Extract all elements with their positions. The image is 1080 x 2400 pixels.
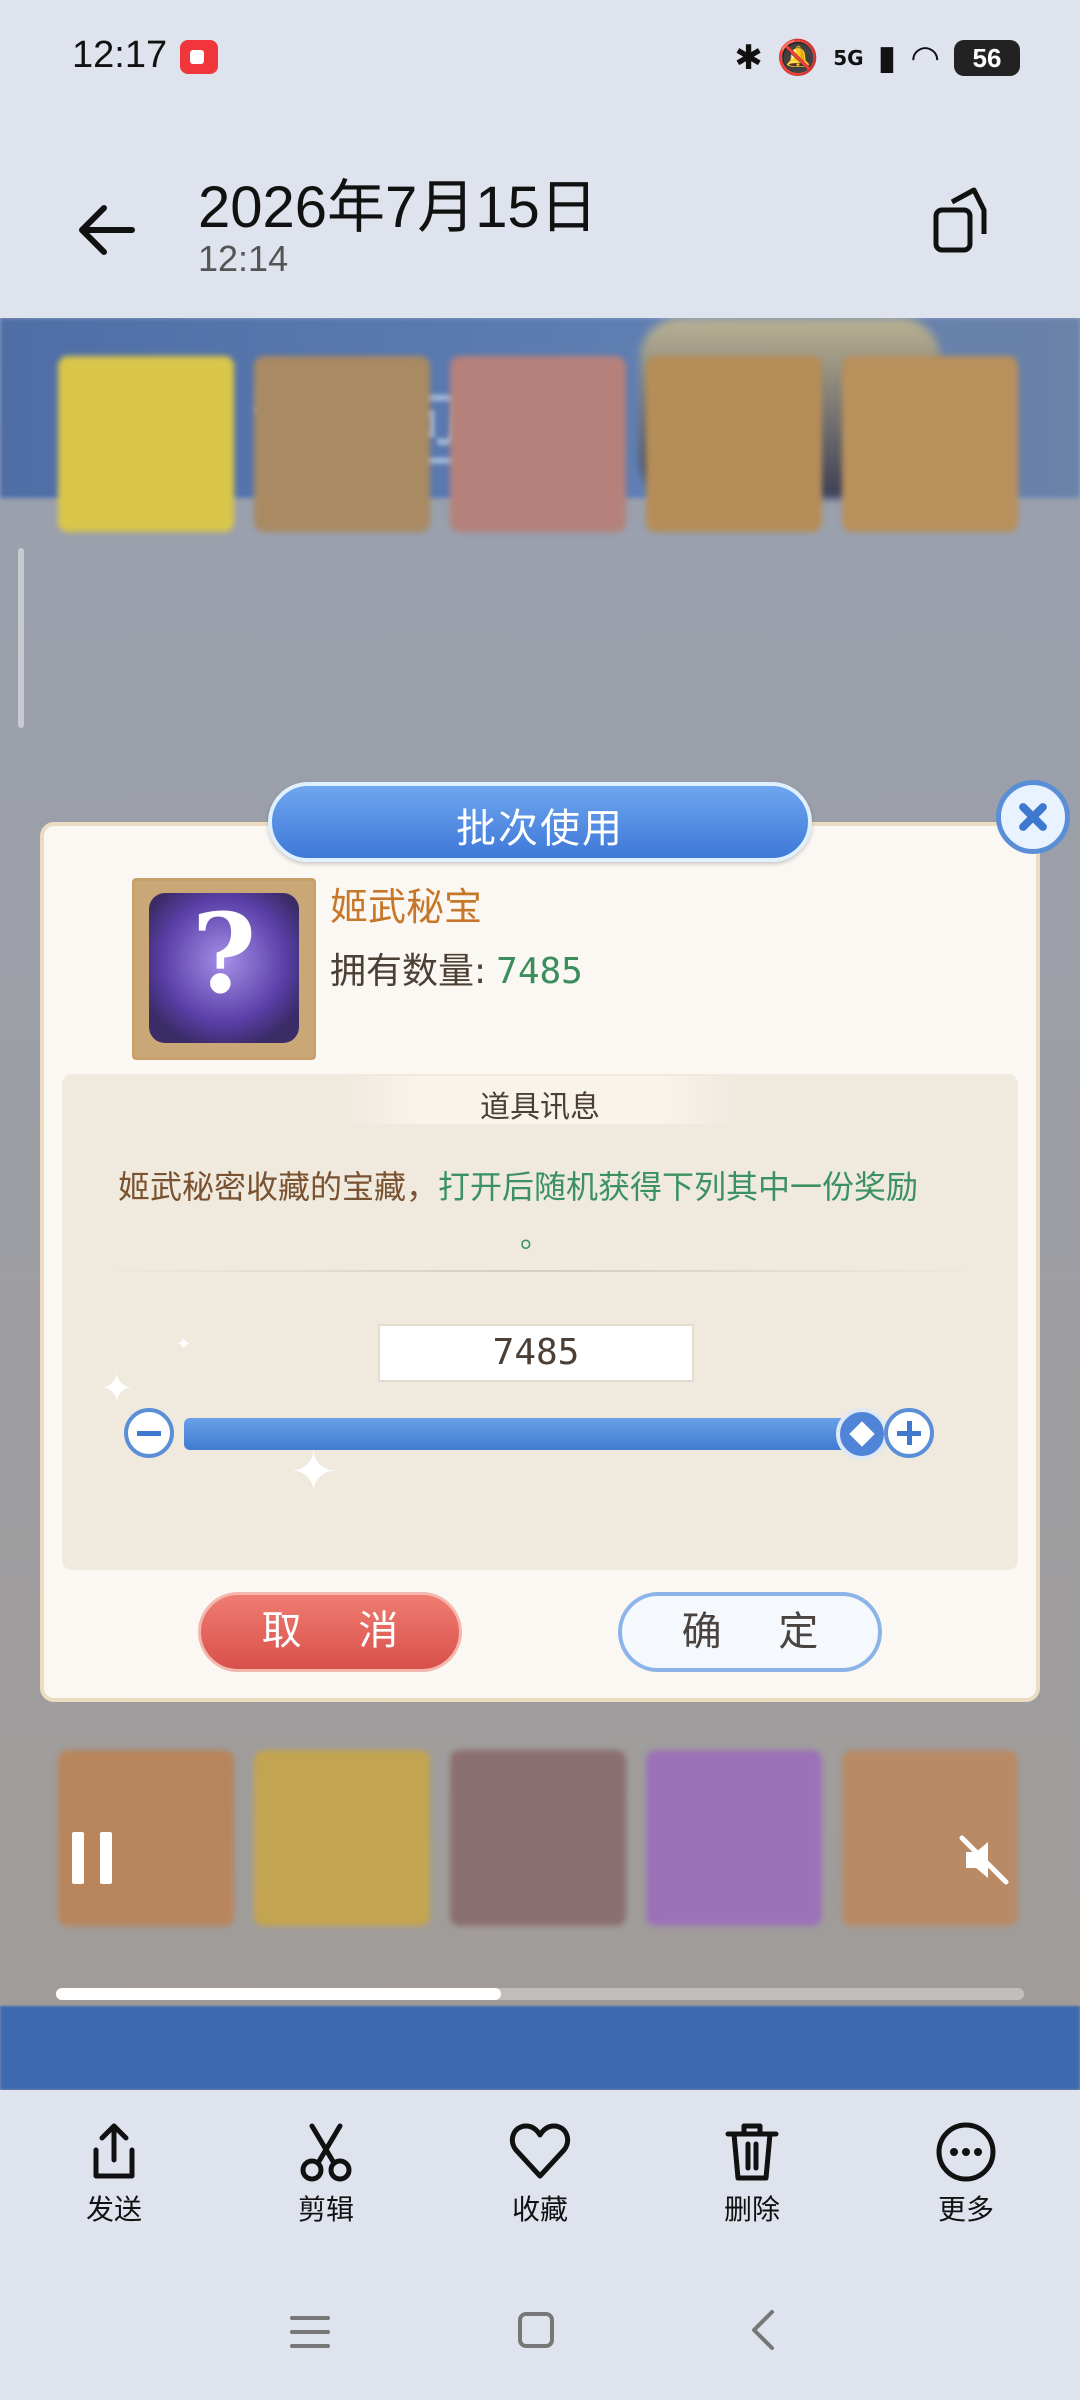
edit-label: 剪辑 [297, 2193, 354, 2226]
home-icon[interactable] [514, 2308, 558, 2352]
back-arrow-icon[interactable] [70, 190, 150, 270]
share-button[interactable]: 发送 [54, 2120, 174, 2228]
quantity-slider[interactable] [184, 1418, 856, 1450]
increase-button[interactable] [884, 1408, 934, 1458]
viewer-header: 2026年7月15日 12:14 [0, 120, 1080, 318]
quantity-input[interactable]: 7485 [378, 1324, 694, 1382]
mute-bell-icon: 🔕 [776, 38, 820, 78]
video-progress-fill [56, 1988, 502, 2000]
item-grid-row-3 [58, 1750, 1018, 1926]
description-end: 。 [520, 1220, 550, 1255]
media-date-title: 2026年7月15日 [198, 175, 598, 240]
divider [100, 1270, 980, 1272]
video-progress-bar[interactable] [56, 1988, 1024, 2000]
question-mark-icon: ? [191, 889, 257, 1018]
description-highlight: 打开后随机获得下列其中一份奖励 [438, 1168, 919, 1206]
description-text: 姬武秘密收藏的宝藏， [118, 1168, 439, 1206]
scroll-indicator [18, 548, 24, 728]
pause-button[interactable] [70, 1832, 116, 1884]
battery-icon: 56 [954, 40, 1020, 76]
more-button[interactable]: 更多 [906, 2120, 1026, 2228]
media-time-subtitle: 12:14 [198, 238, 289, 279]
share-label: 发送 [85, 2193, 142, 2226]
sparkle-icon: ✦ [290, 1440, 337, 1505]
info-heading: 道具讯息 [480, 1090, 600, 1125]
sparkle-icon: ✦ [100, 1366, 134, 1412]
count-label: 拥有数量: [330, 951, 487, 992]
edit-button[interactable]: 剪辑 [266, 2120, 386, 2228]
heart-icon [509, 2123, 571, 2179]
grid-tile [450, 1750, 626, 1926]
rotate-icon[interactable] [922, 180, 1002, 260]
grid-tile [254, 1750, 430, 1926]
scissors-icon [300, 2123, 352, 2182]
system-nav-bar [0, 2290, 1080, 2400]
more-icon [936, 2122, 996, 2182]
grid-tile [450, 356, 626, 532]
item-description: 姬武秘密收藏的宝藏，打开后随机获得下列其中一份奖励 [118, 1162, 918, 1208]
grid-tile [646, 356, 822, 532]
favorite-button[interactable]: 收藏 [480, 2120, 600, 2228]
grid-tile [254, 356, 430, 532]
more-label: 更多 [937, 2193, 994, 2226]
cancel-button[interactable]: 取 消 [198, 1592, 462, 1672]
wifi-icon: ◠ [910, 38, 940, 78]
volume-mute-icon[interactable] [956, 1832, 1012, 1888]
signal-icon: ▮ [877, 38, 897, 78]
info-panel [62, 1074, 1018, 1570]
delete-label: 删除 [723, 2193, 780, 2226]
slider-thumb[interactable] [836, 1408, 888, 1460]
status-icons: ✱ 🔕 5G ▮ ◠ 56 [734, 30, 1020, 86]
decrease-button[interactable] [124, 1408, 174, 1458]
close-button[interactable] [996, 780, 1070, 854]
game-tab-bar [0, 2006, 1080, 2090]
grid-tile [58, 356, 234, 532]
status-time: 12:17 [72, 34, 168, 76]
delete-button[interactable]: 删除 [692, 2120, 812, 2228]
item-image: ? [132, 878, 316, 1060]
action-bar: 发送 剪辑 收藏 删除 更多 [0, 2090, 1080, 2290]
sparkle-icon: ✦ [176, 1334, 192, 1355]
item-grid-row-1 [58, 356, 1018, 532]
favorite-label: 收藏 [511, 2193, 568, 2226]
confirm-button[interactable]: 确 定 [618, 1592, 882, 1672]
share-icon [93, 2123, 135, 2179]
grid-tile [842, 356, 1018, 532]
back-nav-icon[interactable] [742, 2308, 786, 2352]
dialog-title: 批次使用 [456, 806, 624, 852]
grid-tile [646, 1750, 822, 1926]
count-value: 7485 [496, 951, 583, 992]
bluetooth-icon: ✱ [734, 38, 763, 78]
status-bar: 12:17 ✱ 🔕 5G ▮ ◠ 56 [0, 0, 1080, 120]
item-name: 姬武秘宝 [330, 885, 483, 929]
network-label: 5G [833, 46, 864, 70]
trash-icon [725, 2123, 779, 2181]
slider-fill [184, 1418, 856, 1450]
dialog-title-bar: 批次使用 [268, 782, 812, 862]
screen-record-icon [180, 40, 218, 74]
recents-menu-icon[interactable] [288, 2310, 332, 2354]
item-count: 拥有数量: 7485 [330, 942, 583, 994]
